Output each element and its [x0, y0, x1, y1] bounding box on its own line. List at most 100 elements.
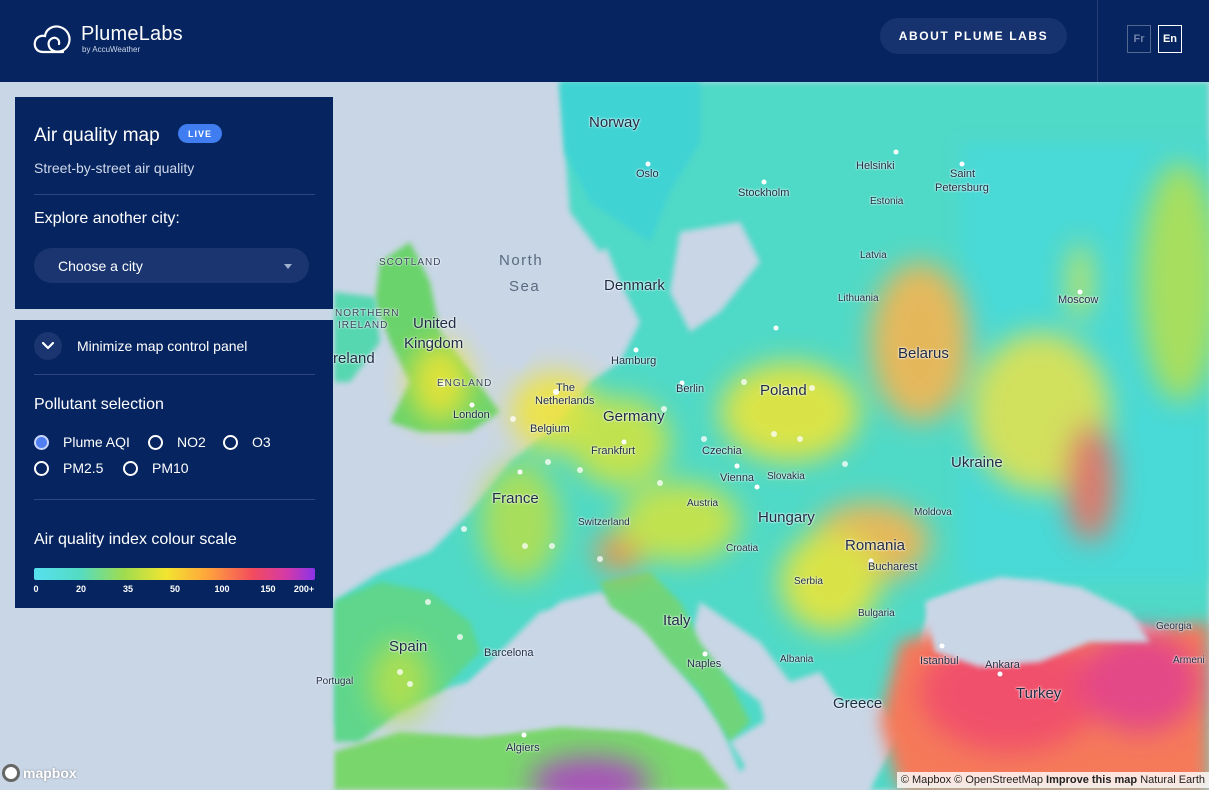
label-hamburg: Hamburg [611, 355, 657, 367]
label-netherlands-2: Netherlands [535, 395, 595, 407]
scale-tick: 200+ [293, 584, 315, 594]
plumelabs-logo[interactable]: PlumeLabs by AccuWeather [33, 22, 183, 56]
scale-tick: 100 [214, 584, 230, 594]
caret-down-icon [284, 264, 292, 269]
cloud-logo-icon [33, 25, 71, 54]
aqi-scale-ticks: 0 20 35 50 100 150 200+ [33, 584, 315, 596]
label-oslo: Oslo [636, 168, 659, 180]
about-plume-labs-button[interactable]: ABOUT PLUME LABS [880, 18, 1067, 54]
label-london: London [453, 409, 490, 421]
label-turkey: Turkey [1016, 685, 1062, 702]
scale-tick: 0 [33, 584, 39, 594]
improve-map-link[interactable]: Improve this map [1046, 774, 1137, 786]
mapbox-logo[interactable]: mapbox [2, 764, 77, 782]
explore-city-label: Explore another city: [34, 210, 180, 227]
label-slovakia: Slovakia [767, 471, 805, 482]
scale-tick: 50 [169, 584, 181, 594]
label-poland: Poland [760, 382, 807, 399]
label-helsinki: Helsinki [856, 160, 895, 172]
label-austria: Austria [687, 498, 719, 509]
brand-name: PlumeLabs [81, 23, 183, 45]
label-ukraine: Ukraine [951, 454, 1003, 471]
label-north-sea-2: Sea [509, 278, 541, 295]
radio-no2[interactable]: NO2 [148, 434, 206, 450]
radio-plume-aqi[interactable]: Plume AQI [34, 434, 130, 450]
radio-pm10[interactable]: PM10 [123, 460, 189, 476]
mapbox-logo-text: mapbox [23, 765, 77, 781]
radio-indicator[interactable] [223, 434, 238, 450]
label-greece: Greece [833, 695, 883, 712]
label-estonia: Estonia [870, 196, 904, 207]
city-select-value: Choose a city [58, 257, 143, 274]
map-control-panel: Minimize map control panel Pollutant sel… [15, 320, 333, 608]
radio-indicator[interactable] [123, 460, 138, 476]
label-switzerland: Switzerland [578, 517, 630, 528]
label-moldova: Moldova [914, 507, 952, 518]
label-romania: Romania [845, 537, 906, 554]
radio-indicator[interactable] [148, 434, 163, 450]
label-georgia: Georgia [1156, 621, 1192, 632]
label-albania: Albania [780, 654, 814, 665]
map-attribution: © Mapbox © OpenStreetMap Improve this ma… [896, 772, 1209, 788]
label-ankara: Ankara [985, 659, 1020, 671]
top-header: PlumeLabs by AccuWeather ABOUT PLUME LAB… [0, 0, 1209, 82]
label-ireland: reland [333, 350, 375, 367]
scale-tick: 35 [122, 584, 134, 594]
label-saint-petersburg-1: Saint [950, 168, 976, 180]
radio-label: PM10 [152, 460, 189, 476]
label-stockholm: Stockholm [738, 187, 790, 199]
radio-indicator[interactable] [34, 434, 49, 450]
label-hungary: Hungary [758, 509, 815, 526]
brand-subtitle: by AccuWeather [82, 45, 141, 54]
label-serbia: Serbia [794, 576, 823, 587]
label-bulgaria: Bulgaria [858, 608, 895, 619]
radio-pm25[interactable]: PM2.5 [34, 460, 103, 476]
label-istanbul: Istanbul [920, 655, 959, 667]
divider [34, 499, 315, 500]
label-germany: Germany [603, 408, 665, 425]
attribution-text[interactable]: © Mapbox © OpenStreetMap [901, 774, 1043, 786]
panel-title: Air quality map [34, 125, 160, 146]
colour-scale-heading: Air quality index colour scale [34, 531, 237, 548]
label-united-kingdom-2: Kingdom [404, 335, 464, 352]
header-divider [1097, 0, 1098, 82]
label-berlin: Berlin [676, 383, 705, 395]
label-frankfurt: Frankfurt [591, 445, 636, 457]
label-armenia: Armeni [1173, 655, 1205, 666]
natural-earth-link[interactable]: Natural Earth [1140, 774, 1205, 786]
radio-label: Plume AQI [63, 434, 130, 450]
label-northern-ireland-2: IRELAND [338, 320, 389, 331]
label-belgium: Belgium [530, 423, 570, 435]
language-en-button[interactable]: En [1158, 25, 1182, 53]
label-saint-petersburg-2: Petersburg [935, 182, 989, 194]
panel-subtitle: Street-by-street air quality [34, 160, 195, 176]
label-spain: Spain [389, 638, 428, 655]
label-naples: Naples [687, 658, 722, 670]
radio-label: O3 [252, 434, 271, 450]
label-england: ENGLAND [437, 378, 493, 389]
label-belarus: Belarus [898, 345, 949, 362]
city-select[interactable]: Choose a city [34, 248, 309, 283]
label-croatia: Croatia [726, 543, 759, 554]
radio-indicator[interactable] [34, 460, 49, 476]
minimize-panel-label: Minimize map control panel [77, 338, 248, 354]
label-latvia: Latvia [860, 250, 887, 261]
pollutant-selection-heading: Pollutant selection [34, 396, 164, 413]
label-moscow: Moscow [1058, 294, 1099, 306]
mapbox-icon [2, 764, 20, 782]
label-north-sea-1: North [499, 252, 544, 269]
city-panel: Air quality map LIVE Street-by-street ai… [15, 97, 333, 309]
label-united-kingdom-1: United [413, 315, 457, 332]
minimize-panel-toggle[interactable]: Minimize map control panel [34, 332, 247, 360]
language-fr-button[interactable]: Fr [1127, 25, 1151, 53]
scale-tick: 20 [75, 584, 87, 594]
radio-label: NO2 [177, 434, 206, 450]
radio-o3[interactable]: O3 [223, 434, 271, 450]
radio-label: PM2.5 [63, 460, 104, 476]
label-lithuania: Lithuania [838, 293, 879, 304]
chevron-down-icon[interactable] [34, 332, 62, 360]
divider [34, 194, 315, 195]
label-vienna: Vienna [720, 472, 755, 484]
label-bucharest: Bucharest [868, 561, 918, 573]
label-czechia: Czechia [702, 445, 742, 457]
